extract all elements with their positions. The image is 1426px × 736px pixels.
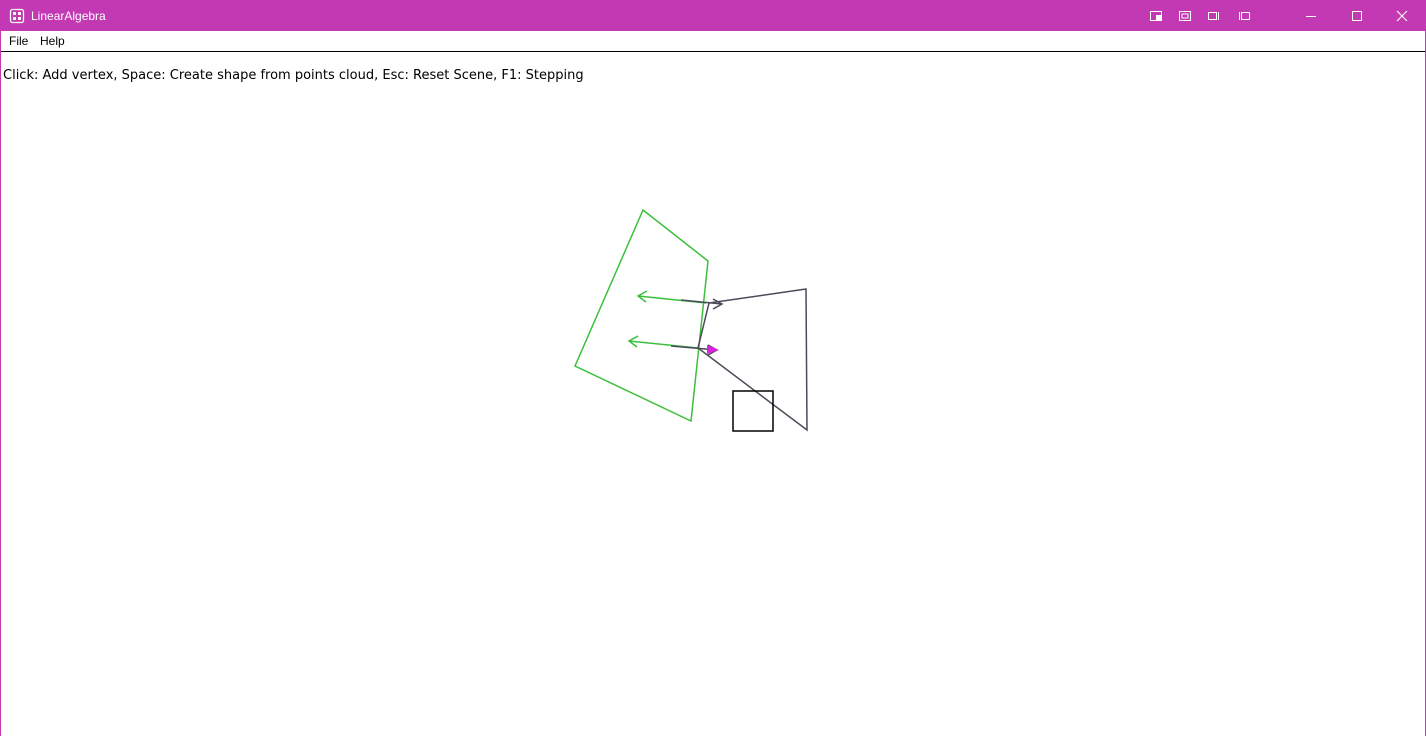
menu-bar: File Help: [1, 31, 1425, 52]
window-layout-icon-1[interactable]: [1149, 9, 1163, 23]
close-icon: [1396, 10, 1408, 22]
menu-help[interactable]: Help: [40, 34, 65, 48]
close-button[interactable]: [1379, 1, 1425, 31]
title-bar[interactable]: LinearAlgebra: [1, 1, 1425, 31]
drawing-canvas[interactable]: Click: Add vertex, Space: Create shape f…: [1, 52, 1425, 736]
scene-svg[interactable]: [1, 52, 1425, 736]
green-arrow-lower: [627, 335, 699, 349]
menu-file[interactable]: File: [9, 34, 28, 48]
square-shape: [732, 390, 774, 432]
window-layout-icon-2[interactable]: [1178, 9, 1192, 23]
app-grid-icon: [9, 8, 25, 24]
green-shape: [574, 208, 709, 423]
minimize-button[interactable]: [1288, 1, 1334, 31]
maximize-icon: [1352, 11, 1362, 21]
dark-arrow-upper: [680, 298, 724, 310]
window-title: LinearAlgebra: [31, 9, 106, 23]
dark-shape: [697, 288, 808, 432]
minimize-icon: [1306, 16, 1316, 17]
app-window: LinearAlgebra File Help Click: Add verte…: [0, 0, 1426, 736]
window-layout-icon-3[interactable]: [1207, 9, 1221, 23]
window-layout-icon-4[interactable]: [1237, 9, 1251, 23]
maximize-button[interactable]: [1334, 1, 1380, 31]
